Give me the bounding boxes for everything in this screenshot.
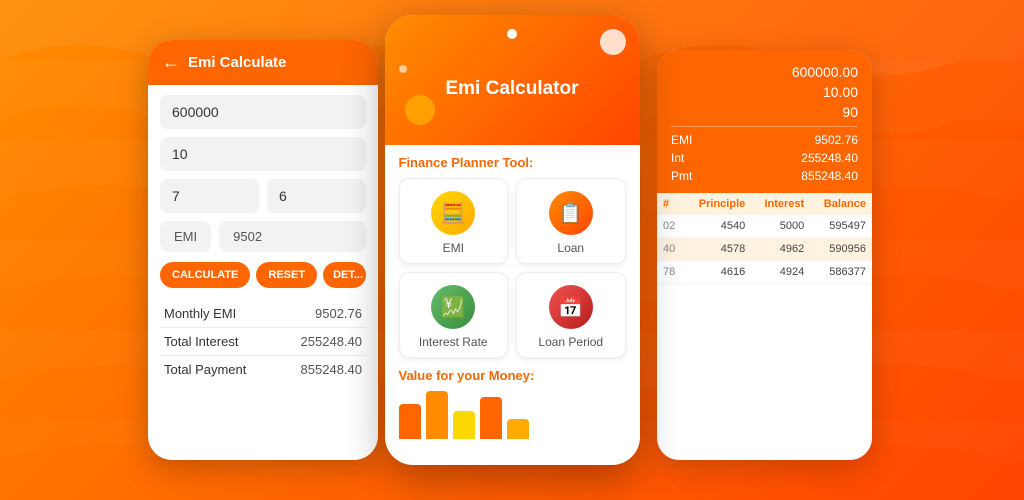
finance-section-title: Finance Planner Tool: xyxy=(399,155,626,170)
emi-row: EMI 9502 xyxy=(160,221,366,252)
app-title: Emi Calculator xyxy=(445,78,578,100)
tool-interest-rate[interactable]: 💹 Interest Rate xyxy=(399,272,509,358)
back-icon[interactable]: ← xyxy=(162,52,180,73)
result-label-emi: Monthly EMI xyxy=(160,300,276,328)
table-row: 78 4616 4924 586377 xyxy=(657,261,872,284)
loan-period-label: Loan Period xyxy=(538,335,603,349)
calculate-button[interactable]: CALCULATE xyxy=(160,262,250,288)
phone-left-body: 600000 10 7 6 EMI 9502 CALCULATE RESET D xyxy=(148,85,378,393)
phone-left-header: ← Emi Calculate xyxy=(148,40,378,85)
input-years[interactable]: 7 xyxy=(160,179,259,213)
bar-3 xyxy=(453,411,475,439)
result-label-payment: Total Payment xyxy=(160,356,276,384)
phone-left: ← Emi Calculate 600000 10 7 6 EMI 9502 xyxy=(148,40,378,460)
phone-right-body: # Principle Interest Balance 02 4540 500… xyxy=(657,193,872,284)
result-label-interest: Total Interest xyxy=(160,328,276,356)
bar-1 xyxy=(399,404,421,439)
result-value-payment: 855248.40 xyxy=(276,356,366,384)
interest-rate-icon: 💹 xyxy=(431,285,475,329)
right-value-period: 90 xyxy=(671,102,858,122)
right-result-interest-row: Int 255248.40 xyxy=(671,149,858,167)
emi-label: EMI xyxy=(160,221,211,252)
interest-rate-label: Interest Rate xyxy=(419,335,488,349)
emi-label: EMI xyxy=(443,241,464,255)
tool-loan-period[interactable]: 📅 Loan Period xyxy=(516,272,626,358)
emi-value: 9502 xyxy=(219,221,366,252)
divider xyxy=(671,126,858,127)
toggle-icon[interactable] xyxy=(600,29,626,55)
col-interest: Interest xyxy=(751,193,810,215)
tool-grid: 🧮 EMI 📋 Loan 💹 Interest Rate 📅 Loan Peri… xyxy=(399,178,626,358)
col-principle: Principle xyxy=(685,193,752,215)
input-principal[interactable]: 600000 xyxy=(160,95,366,129)
table-row: 40 4578 4962 590956 xyxy=(657,238,872,261)
input-months[interactable]: 6 xyxy=(267,179,366,213)
input-interest[interactable]: 10 xyxy=(160,137,366,171)
phone-left-title: Emi Calculate xyxy=(188,54,286,71)
result-value-emi: 9502.76 xyxy=(276,300,366,328)
loan-label: Loan xyxy=(557,241,584,255)
phone-center-header: Emi Calculator xyxy=(385,15,640,145)
phone-center: Emi Calculator Finance Planner Tool: 🧮 E… xyxy=(385,15,640,465)
bar-5 xyxy=(507,419,529,439)
result-table: Monthly EMI 9502.76 Total Interest 25524… xyxy=(160,300,366,383)
emi-icon: 🧮 xyxy=(431,191,475,235)
col-num: # xyxy=(657,193,685,215)
right-value-interest: 10.00 xyxy=(671,82,858,102)
tool-loan[interactable]: 📋 Loan xyxy=(516,178,626,264)
table-row: 02 4540 5000 595497 xyxy=(657,215,872,238)
tool-emi[interactable]: 🧮 EMI xyxy=(399,178,509,264)
result-value-interest: 255248.40 xyxy=(276,328,366,356)
table-row: Monthly EMI 9502.76 xyxy=(160,300,366,328)
dot-decoration xyxy=(399,65,407,73)
loan-icon: 📋 xyxy=(549,191,593,235)
amortization-table: # Principle Interest Balance 02 4540 500… xyxy=(657,193,872,284)
scene: ← Emi Calculate 600000 10 7 6 EMI 9502 xyxy=(0,0,1024,500)
bar-2 xyxy=(426,391,448,439)
right-result-payment-row: Pmt 855248.40 xyxy=(671,167,858,185)
bar-chart xyxy=(399,389,626,439)
table-row: Total Interest 255248.40 xyxy=(160,328,366,356)
phone-center-body: Finance Planner Tool: 🧮 EMI 📋 Loan 💹 Int… xyxy=(385,145,640,449)
phone-right-header: 600000.00 10.00 90 EMI 9502.76 Int 25524… xyxy=(657,50,872,193)
circle-decoration xyxy=(405,95,435,125)
reset-button[interactable]: RESET xyxy=(256,262,317,288)
col-balance: Balance xyxy=(810,193,872,215)
action-buttons: CALCULATE RESET DET... xyxy=(160,262,366,288)
right-value-principal: 600000.00 xyxy=(671,62,858,82)
value-section-title: Value for your Money: xyxy=(399,368,626,383)
right-result-emi-row: EMI 9502.76 xyxy=(671,131,858,149)
phone-right: 600000.00 10.00 90 EMI 9502.76 Int 25524… xyxy=(657,50,872,460)
table-row: Total Payment 855248.40 xyxy=(160,356,366,384)
bar-4 xyxy=(480,397,502,439)
input-duration-row: 7 6 xyxy=(160,179,366,213)
loan-period-icon: 📅 xyxy=(549,285,593,329)
detail-button[interactable]: DET... xyxy=(323,262,366,288)
